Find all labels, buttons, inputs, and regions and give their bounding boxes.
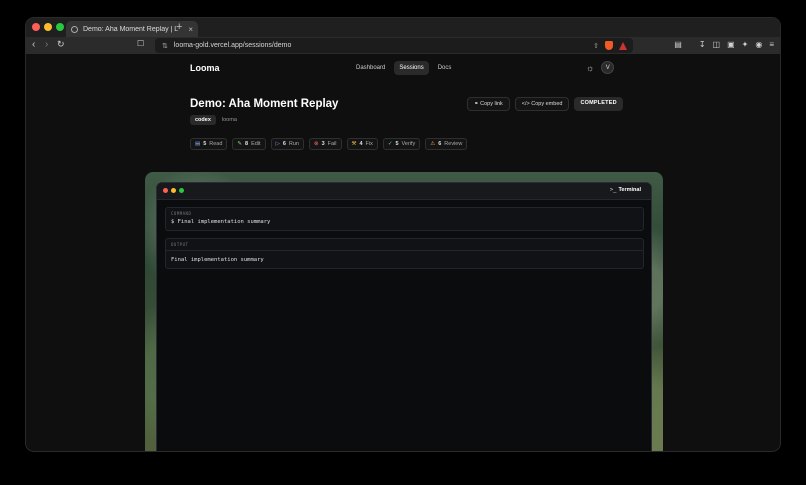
replay-background: >_ Terminal COMMAND $ Final implementatio… [145, 172, 663, 451]
output-label: OUTPUT [171, 242, 189, 247]
logo[interactable]: Looma [190, 63, 220, 73]
tab-title: Demo: Aha Moment Replay | L [83, 25, 179, 33]
terminal-minimize-dot [171, 188, 176, 193]
link-icon: ⚭ [474, 101, 479, 107]
share-icon[interactable]: ⇧ [593, 42, 599, 50]
site-settings-icon[interactable]: ⇅ [162, 42, 168, 50]
copy-embed-button[interactable]: </> Copy embed [514, 97, 570, 111]
check-circle-icon: ✓ [387, 141, 393, 147]
menu-icon[interactable]: ≡ [769, 40, 774, 49]
stat-label: Fail [327, 141, 337, 147]
bookmark-icon[interactable]: ☐ [137, 39, 144, 48]
wallet-icon[interactable]: ▣ [727, 40, 735, 49]
book-icon: ▤ [195, 141, 201, 147]
terminal-window: >_ Terminal COMMAND $ Final implementatio… [156, 182, 652, 451]
stat-count: 4 [359, 141, 363, 147]
terminal-close-dot [163, 188, 168, 193]
browser-toolbar: ‹ › ↻ ☐ ⇅ looma-gold.vercel.app/sessions… [26, 37, 780, 54]
stat-count: 5 [395, 141, 399, 147]
terminal-maximize-dot [179, 188, 184, 193]
nav-links: Dashboard Sessions Docs [351, 61, 456, 75]
leo-ai-icon[interactable]: ✦ [742, 40, 749, 49]
top-nav: Looma Dashboard Sessions Docs ☼ V [26, 54, 780, 84]
stat-verify[interactable]: ✓ 5 Verify [382, 138, 421, 150]
stat-label: Edit [251, 141, 261, 147]
stat-edit[interactable]: ✎ 8 Edit [232, 138, 266, 150]
back-icon[interactable]: ‹ [32, 39, 35, 50]
maximize-window-button[interactable] [56, 23, 64, 31]
warning-icon: ⚠ [430, 141, 436, 147]
stat-count: 6 [438, 141, 442, 147]
stat-fix[interactable]: ⚒ 4 Fix [346, 138, 378, 150]
nav-link-dashboard[interactable]: Dashboard [351, 61, 390, 75]
stat-label: Fix [365, 141, 373, 147]
command-label: COMMAND [171, 211, 192, 216]
tab-bar: Demo: Aha Moment Replay | L × + [26, 18, 780, 37]
terminal-dots [163, 188, 184, 193]
stat-review[interactable]: ⚠ 6 Review [425, 138, 468, 150]
page-title: Demo: Aha Moment Replay [190, 98, 339, 110]
globe-icon [71, 25, 78, 33]
close-window-button[interactable] [32, 23, 40, 31]
sidebar-icon[interactable]: ◫ [713, 40, 721, 49]
stat-run[interactable]: ▷ 6 Run [270, 138, 304, 150]
stat-label: Run [288, 141, 299, 147]
terminal-label: >_ Terminal [610, 187, 641, 193]
session-actions: ⚭ Copy link </> Copy embed COMPLETED [467, 97, 623, 111]
stat-count: 5 [203, 141, 207, 147]
browser-tools: ▤ ↧ ◫ ▣ ✦ ◉ ≡ [674, 40, 774, 49]
stat-count: 6 [282, 141, 286, 147]
nav-link-sessions[interactable]: Sessions [394, 61, 429, 75]
terminal-header: >_ Terminal [157, 183, 651, 200]
new-tab-button[interactable]: + [176, 21, 182, 33]
command-text: $ Final implementation summary [171, 219, 271, 225]
minimize-window-button[interactable] [44, 23, 52, 31]
brave-shield-icon[interactable] [605, 41, 613, 50]
copy-link-button[interactable]: ⚭ Copy link [467, 97, 510, 111]
tab-search-icon[interactable]: ▤ [674, 40, 682, 49]
stat-read[interactable]: ▤ 5 Read [190, 138, 228, 150]
copy-embed-label: Copy embed [531, 101, 563, 107]
stat-label: Read [209, 141, 223, 147]
session-tags: codex looma [190, 115, 237, 125]
stat-label: Verify [401, 141, 416, 147]
stat-count: 3 [321, 141, 325, 147]
stat-count: 8 [245, 141, 249, 147]
avatar[interactable]: V [601, 61, 615, 74]
tag-looma: looma [221, 117, 237, 123]
status-badge: COMPLETED [574, 97, 623, 111]
command-block: COMMAND $ Final implementation summary [165, 207, 644, 231]
stat-label: Review [444, 141, 463, 147]
stat-fail[interactable]: ⊗ 3 Fail [308, 138, 342, 150]
terminal-icon: >_ [609, 187, 617, 193]
pencil-icon: ✎ [237, 141, 243, 147]
code-icon: </> [521, 101, 530, 107]
stats-row: ▤ 5 Read ✎ 8 Edit ▷ 6 Run ⊗ 3 Fail ⚒ 4 Fix ✓ 5 Verif… [190, 138, 468, 150]
output-block: OUTPUT Final implementation summary [165, 238, 644, 269]
terminal-label-text: Terminal [618, 187, 641, 193]
window-controls [32, 23, 64, 31]
vpn-icon[interactable]: ◉ [755, 40, 762, 49]
nav-right: ☼ V [586, 61, 615, 74]
browser-window: Demo: Aha Moment Replay | L × + ‹ › ↻ ☐ … [25, 17, 781, 452]
x-circle-icon: ⊗ [313, 141, 319, 147]
play-icon: ▷ [275, 141, 280, 147]
wrench-icon: ⚒ [351, 141, 357, 147]
theme-toggle-icon[interactable]: ☼ [586, 63, 594, 73]
download-icon[interactable]: ↧ [699, 40, 706, 49]
output-text: Final implementation summary [171, 257, 264, 263]
url-text: looma-gold.vercel.app/sessions/demo [173, 42, 292, 49]
forward-icon[interactable]: › [45, 39, 48, 50]
brave-rewards-icon[interactable] [619, 41, 627, 50]
address-bar[interactable]: ⇅ looma-gold.vercel.app/sessions/demo ⇧ [155, 38, 633, 53]
close-tab-icon[interactable]: × [188, 25, 193, 34]
reload-icon[interactable]: ↻ [57, 39, 65, 50]
tag-codex: codex [190, 115, 216, 125]
copy-link-label: Copy link [480, 101, 503, 107]
nav-link-docs[interactable]: Docs [433, 61, 457, 75]
page-content: Looma Dashboard Sessions Docs ☼ V Demo: … [26, 54, 780, 451]
